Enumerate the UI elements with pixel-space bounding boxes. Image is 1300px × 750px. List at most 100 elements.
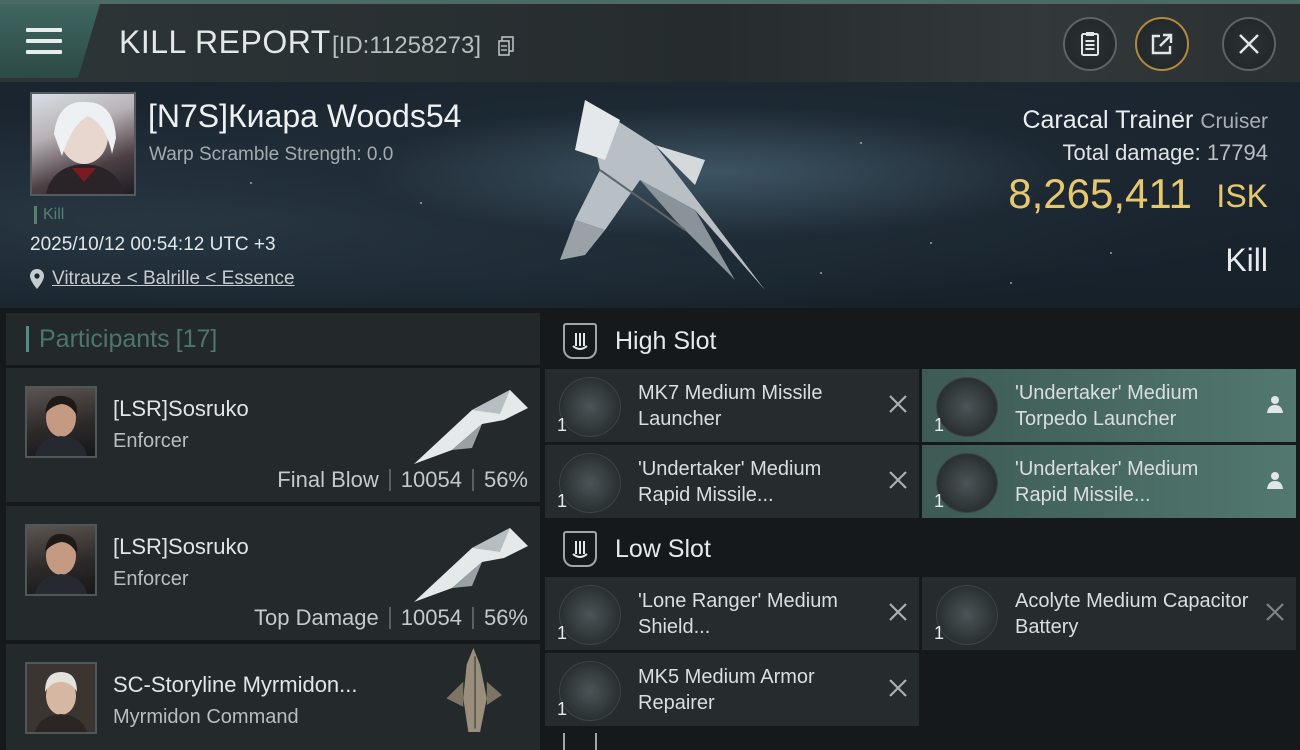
high-slot-icon <box>563 323 597 359</box>
destroyed-icon <box>889 395 907 413</box>
kill-tag: Kill <box>34 206 64 224</box>
participant-portrait <box>25 662 97 734</box>
capacitor-battery-icon <box>936 585 998 645</box>
victim-summary: [N7S]Киара Woods54 Warp Scramble Strengt… <box>0 82 1300 308</box>
header-accent-line <box>0 0 1300 4</box>
module-name: 'Lone Ranger' Medium Shield... <box>638 590 838 638</box>
participant-ship: Myrmidon Command <box>113 706 299 728</box>
stats-divider <box>471 607 474 629</box>
ship-class: Cruiser <box>1200 110 1268 133</box>
copy-icon[interactable] <box>498 36 514 56</box>
clipboard-button[interactable] <box>1063 17 1117 71</box>
low-slot-icon <box>563 531 597 567</box>
clipboard-icon <box>1081 32 1099 56</box>
share-button[interactable] <box>1135 17 1189 71</box>
kill-datetime: 2025/10/12 00:54:12 UTC +3 <box>30 234 276 255</box>
low-slot-label: Low Slot <box>615 534 711 563</box>
module-name: MK5 Medium Armor Repairer <box>638 666 815 714</box>
module-quantity: 1 <box>557 491 568 511</box>
module-item[interactable]: 1 MK7 Medium Missile Launcher <box>545 369 919 442</box>
armor-repairer-icon <box>559 661 621 721</box>
module-quantity: 1 <box>557 699 568 719</box>
module-name: 'Undertaker' Medium Rapid Missile... <box>1015 458 1199 506</box>
page-title: KILL REPORT <box>119 24 331 60</box>
location-pin-icon <box>30 269 44 289</box>
kill-location[interactable]: Vitrauze < Balrille < Essence <box>30 268 295 290</box>
participant-damage: 10054 <box>400 605 462 630</box>
module-name: Acolyte Medium Capacitor Battery <box>1015 590 1249 638</box>
shield-module-icon <box>559 585 621 645</box>
stats-divider <box>471 469 474 491</box>
dropped-person-icon <box>1267 396 1283 413</box>
participant-card[interactable]: [LSR]Sosruko Enforcer Top Damage 10054 5… <box>6 506 540 640</box>
total-damage-label: Total damage: <box>1062 140 1201 165</box>
total-damage: Total damage: 17794 <box>1062 140 1268 166</box>
module-item[interactable]: 1 MK5 Medium Armor Repairer <box>545 653 919 726</box>
low-slot-header: Low Slot <box>545 521 1300 577</box>
rapid-missile-launcher-icon <box>559 453 621 513</box>
report-id: [ID:11258273] <box>332 32 482 59</box>
close-button[interactable] <box>1222 17 1276 71</box>
share-icon <box>1151 33 1173 55</box>
kill-result: Kill <box>1225 242 1268 278</box>
missile-launcher-icon <box>559 377 621 437</box>
module-quantity: 1 <box>934 623 945 643</box>
victim-avatar[interactable] <box>30 92 136 196</box>
module-name: 'Undertaker' Medium Torpedo Launcher <box>1015 382 1199 430</box>
close-icon <box>1239 34 1259 54</box>
module-quantity: 1 <box>557 623 568 643</box>
participants-count: [17] <box>175 324 218 353</box>
victim-ship-image <box>560 100 765 290</box>
module-item[interactable]: 1 'Lone Ranger' Medium Shield... <box>545 577 919 650</box>
location-link[interactable]: Vitrauze < Balrille < Essence <box>52 268 295 290</box>
module-item[interactable]: 1 'Undertaker' Medium Torpedo Launcher <box>922 369 1296 442</box>
participants-label: Participants <box>39 324 170 353</box>
module-name: 'Undertaker' Medium Rapid Missile... <box>638 458 822 506</box>
menu-icon <box>26 28 62 56</box>
menu-button[interactable] <box>0 4 100 78</box>
mid-slot-icon <box>563 733 597 750</box>
stats-divider <box>388 469 391 491</box>
rapid-missile-launcher-icon <box>936 453 998 513</box>
torpedo-launcher-icon <box>936 377 998 437</box>
participant-card[interactable]: SC-Storyline Myrmidon... Myrmidon Comman… <box>6 644 540 750</box>
participant-name: SC-Storyline Myrmidon... <box>113 672 358 697</box>
destroyed-icon <box>889 603 907 621</box>
high-slot-header: High Slot <box>545 313 1300 369</box>
module-name: MK7 Medium Missile Launcher <box>638 382 823 430</box>
participants-accent <box>26 326 29 352</box>
participant-ship: Enforcer <box>113 568 189 590</box>
participants-header: Participants [17] <box>6 313 540 365</box>
module-item[interactable]: 1 Acolyte Medium Capacitor Battery <box>922 577 1296 650</box>
participant-damage: 10054 <box>400 467 462 492</box>
participant-ship-image <box>414 528 528 602</box>
module-quantity: 1 <box>934 415 945 435</box>
destroyed-icon <box>889 471 907 489</box>
warp-scramble-strength: Warp Scramble Strength: 0.0 <box>149 144 394 165</box>
stats-divider <box>388 607 391 629</box>
victim-name[interactable]: [N7S]Киара Woods54 <box>148 98 461 135</box>
participant-percent: 56% <box>483 605 528 630</box>
participant-name: [LSR]Sosruko <box>113 534 249 559</box>
destroyed-icon <box>1266 603 1284 621</box>
participant-ship-image <box>446 648 502 732</box>
isk-value: 8,265,411 <box>1008 170 1192 217</box>
participant-stats: Final Blow 10054 56% <box>277 467 528 493</box>
participant-stat-label: Top Damage <box>254 605 379 630</box>
participants-panel: Participants [17] [LSR]Sosruko Enforcer … <box>6 313 540 750</box>
participant-ship-image <box>414 390 528 464</box>
participant-portrait <box>25 524 97 596</box>
participant-stats: Top Damage 10054 56% <box>254 605 528 631</box>
dropped-person-icon <box>1267 472 1283 489</box>
participant-ship: Enforcer <box>113 430 189 452</box>
victim-ship[interactable]: Caracal Trainer Cruiser <box>1022 106 1268 135</box>
fitting-panel: High Slot 1 MK7 Medium Missile Launcher … <box>545 313 1300 750</box>
module-item[interactable]: 1 'Undertaker' Medium Rapid Missile... <box>922 445 1296 518</box>
participant-name: [LSR]Sosruko <box>113 396 249 421</box>
ship-name: Caracal Trainer <box>1022 106 1194 134</box>
high-slot-label: High Slot <box>615 326 717 355</box>
participant-card[interactable]: [LSR]Sosruko Enforcer Final Blow 10054 5… <box>6 368 540 502</box>
module-item[interactable]: 1 'Undertaker' Medium Rapid Missile... <box>545 445 919 518</box>
isk-unit: ISK <box>1216 178 1268 214</box>
participant-stat-label: Final Blow <box>277 467 379 492</box>
